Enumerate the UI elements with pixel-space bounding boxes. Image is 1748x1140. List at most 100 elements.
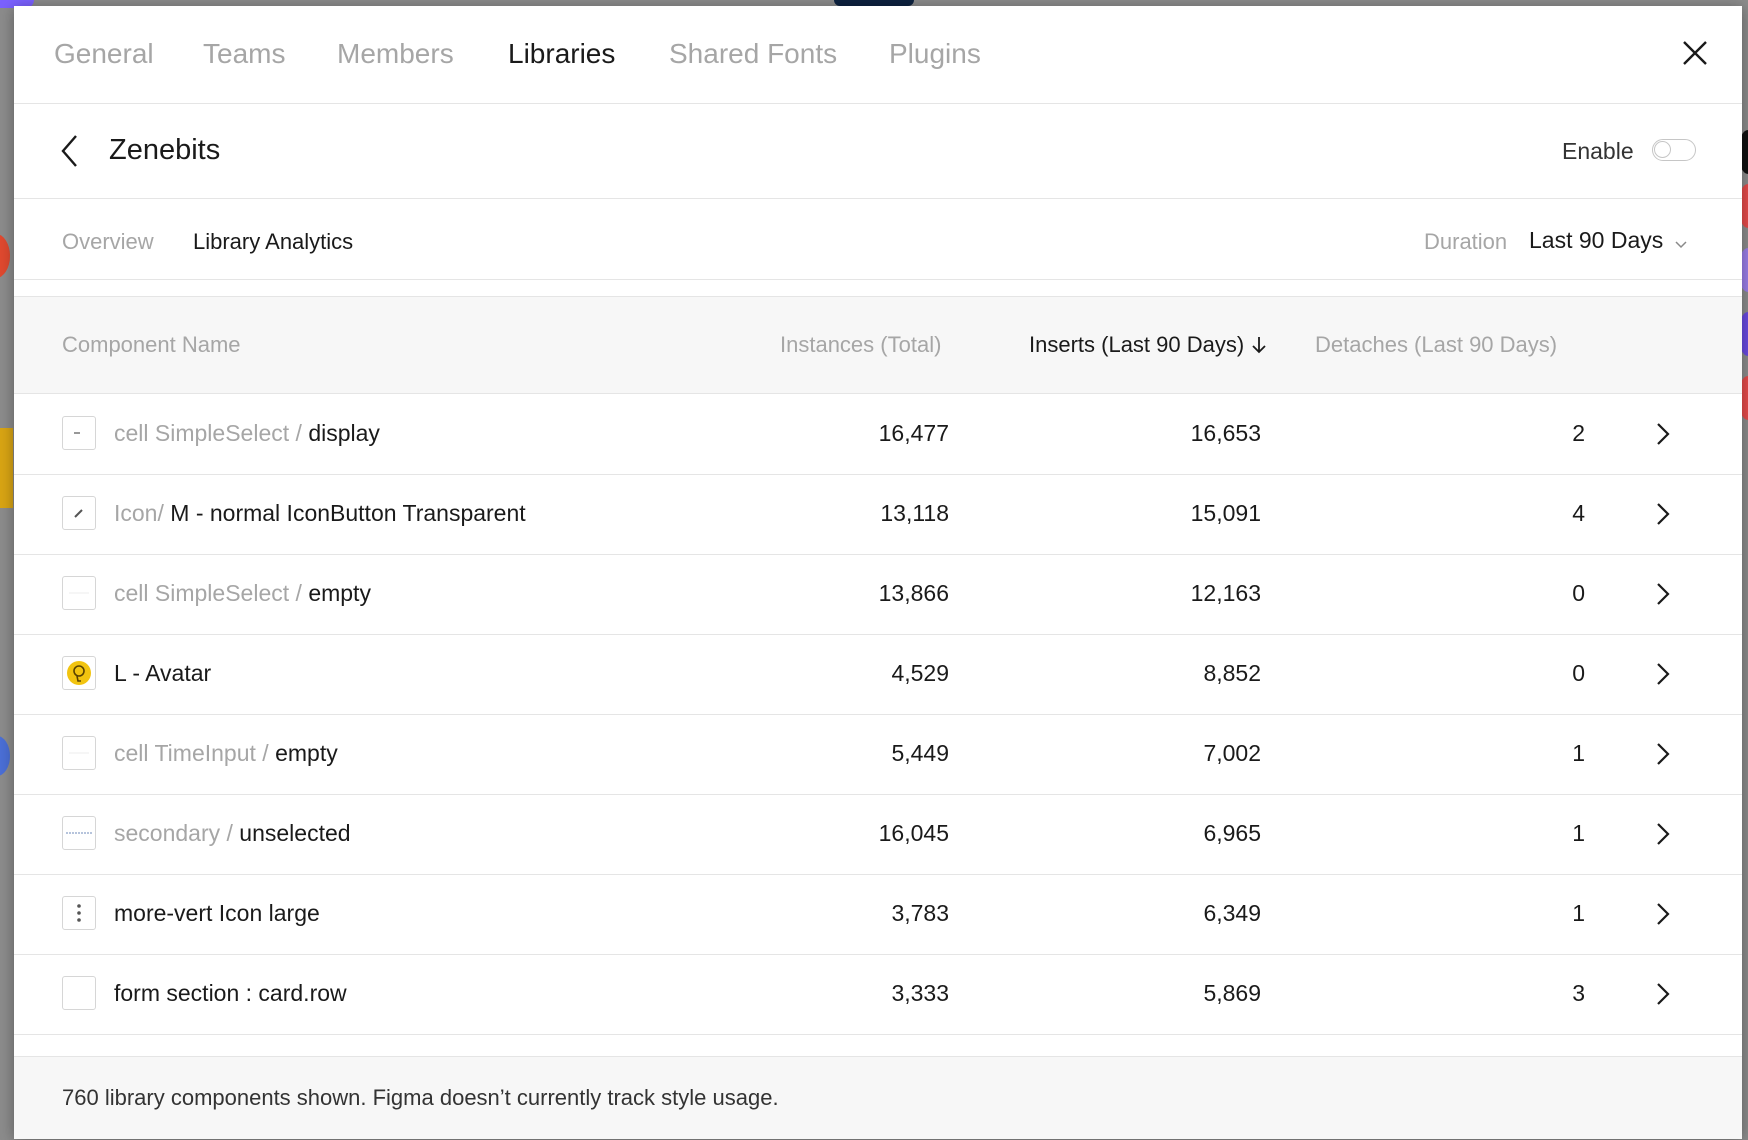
component-label: M - normal IconButton Transparent xyxy=(170,500,526,526)
chevron-right-icon[interactable] xyxy=(1654,981,1672,1007)
detaches-count: 1 xyxy=(1572,820,1585,846)
instances-count: 13,866 xyxy=(878,580,949,606)
chevron-down-icon xyxy=(1675,228,1687,255)
instances-count: 16,477 xyxy=(878,420,949,446)
inserts-count: 16,653 xyxy=(1190,420,1261,446)
component-path: cell TimeInput / xyxy=(114,740,276,766)
component-label: more-vert Icon large xyxy=(114,900,320,926)
component-name: cell TimeInput / empty xyxy=(114,740,338,767)
inserts-count: 12,163 xyxy=(1190,580,1261,606)
table-row[interactable]: secondary / unselected 16,045 6,965 1 xyxy=(14,794,1742,875)
component-label: unselected xyxy=(239,820,351,846)
enable-toggle[interactable] xyxy=(1652,139,1696,161)
component-thumbnail xyxy=(62,416,96,450)
inserts-count: 6,349 xyxy=(1203,900,1261,926)
component-label: form section : card.row xyxy=(114,980,347,1006)
tab-general[interactable]: General xyxy=(54,38,154,70)
detaches-count: 3 xyxy=(1572,980,1585,1006)
detaches-count: 1 xyxy=(1572,740,1585,766)
chevron-right-icon[interactable] xyxy=(1654,821,1672,847)
column-header-inserts[interactable]: Inserts (Last 90 Days) xyxy=(1029,332,1266,360)
inserts-count: 6,965 xyxy=(1203,820,1261,846)
component-name: cell SimpleSelect / empty xyxy=(114,580,371,607)
back-chevron-icon[interactable] xyxy=(56,132,86,170)
toggle-knob xyxy=(1654,141,1671,158)
chevron-right-icon[interactable] xyxy=(1654,741,1672,767)
library-header: Zenebits Enable xyxy=(14,104,1742,199)
chevron-right-icon[interactable] xyxy=(1654,421,1672,447)
component-path: cell SimpleSelect / xyxy=(114,420,309,446)
instances-count: 16,045 xyxy=(878,820,949,846)
duration-label: Duration xyxy=(1424,229,1508,254)
chevron-right-icon[interactable] xyxy=(1654,901,1672,927)
table-footer: 760 library components shown. Figma does… xyxy=(14,1056,1742,1139)
component-label: display xyxy=(308,420,380,446)
tab-libraries[interactable]: Libraries xyxy=(508,38,615,70)
tab-members[interactable]: Members xyxy=(337,38,454,70)
close-icon[interactable] xyxy=(1680,38,1710,68)
chevron-right-icon[interactable] xyxy=(1654,501,1672,527)
component-name: form section : card.row xyxy=(114,980,347,1007)
table-row[interactable]: more-vert Icon large 3,783 6,349 1 xyxy=(14,874,1742,955)
tab-shared-fonts[interactable]: Shared Fonts xyxy=(669,38,837,70)
component-path: cell SimpleSelect / xyxy=(114,580,309,606)
table-header: Component Name Instances (Total) Inserts… xyxy=(14,297,1742,394)
instances-count: 4,529 xyxy=(891,660,949,686)
column-header-inserts-label: Inserts (Last 90 Days) xyxy=(1029,332,1245,357)
settings-tabs: General Teams Members Libraries Shared F… xyxy=(14,6,1742,104)
inserts-count: 7,002 xyxy=(1203,740,1261,766)
instances-count: 3,783 xyxy=(891,900,949,926)
more-vert-icon xyxy=(62,896,96,930)
component-name: cell SimpleSelect / display xyxy=(114,420,380,447)
column-header-name[interactable]: Component Name xyxy=(62,332,241,358)
component-label: L - Avatar xyxy=(114,660,212,686)
library-subtabs: Overview Library Analytics Duration Last… xyxy=(14,199,1742,280)
component-name: L - Avatar xyxy=(114,660,211,687)
table-row[interactable]: cell SimpleSelect / display 16,477 16,65… xyxy=(14,394,1742,475)
components-table: Component Name Instances (Total) Inserts… xyxy=(14,296,1742,1063)
detaches-count: 2 xyxy=(1572,420,1585,446)
inserts-count: 5,869 xyxy=(1203,980,1261,1006)
table-row[interactable]: L - Avatar 4,529 8,852 0 xyxy=(14,634,1742,715)
chevron-right-icon[interactable] xyxy=(1654,581,1672,607)
chevron-right-icon[interactable] xyxy=(1654,661,1672,687)
inserts-count: 15,091 xyxy=(1190,500,1261,526)
duration-dropdown[interactable]: Last 90 Days xyxy=(1529,227,1687,255)
enable-label: Enable xyxy=(1562,138,1634,164)
detaches-count: 1 xyxy=(1572,900,1585,926)
tab-plugins[interactable]: Plugins xyxy=(889,38,981,70)
component-name: secondary / unselected xyxy=(114,820,351,847)
table-row[interactable]: form section : card.row 3,333 5,869 3 xyxy=(14,954,1742,1035)
detaches-count: 4 xyxy=(1572,500,1585,526)
backdrop-fragment xyxy=(0,428,13,508)
component-thumbnail xyxy=(62,816,96,850)
component-name: more-vert Icon large xyxy=(114,900,320,927)
detaches-count: 0 xyxy=(1572,660,1585,686)
sort-arrow-down-icon xyxy=(1252,334,1266,360)
footer-note: 760 library components shown. Figma does… xyxy=(62,1085,779,1110)
component-thumbnail xyxy=(62,976,96,1010)
tab-teams[interactable]: Teams xyxy=(203,38,285,70)
column-header-instances[interactable]: Instances (Total) xyxy=(780,332,941,358)
instances-count: 13,118 xyxy=(880,500,949,526)
column-header-detaches[interactable]: Detaches (Last 90 Days) xyxy=(1315,332,1557,358)
component-thumbnail xyxy=(62,736,96,770)
detaches-count: 0 xyxy=(1572,580,1585,606)
avatar xyxy=(62,656,96,690)
component-path: secondary / xyxy=(114,820,240,846)
component-name: Icon/ M - normal IconButton Transparent xyxy=(114,500,526,527)
table-row[interactable]: cell TimeInput / empty 5,449 7,002 1 xyxy=(14,714,1742,795)
component-path: Icon/ xyxy=(114,500,171,526)
instances-count: 3,333 xyxy=(891,980,949,1006)
component-thumbnail xyxy=(62,576,96,610)
subtab-library-analytics[interactable]: Library Analytics xyxy=(193,229,353,255)
library-title: Zenebits xyxy=(109,134,221,166)
table-row[interactable]: Icon/ M - normal IconButton Transparent … xyxy=(14,474,1742,555)
subtab-overview[interactable]: Overview xyxy=(62,229,154,255)
component-label: empty xyxy=(275,740,338,766)
instances-count: 5,449 xyxy=(891,740,949,766)
duration-value: Last 90 Days xyxy=(1529,227,1664,253)
table-row[interactable]: cell SimpleSelect / empty 13,866 12,163 … xyxy=(14,554,1742,635)
backdrop-fragment xyxy=(0,234,10,278)
backdrop-fragment xyxy=(0,736,10,776)
